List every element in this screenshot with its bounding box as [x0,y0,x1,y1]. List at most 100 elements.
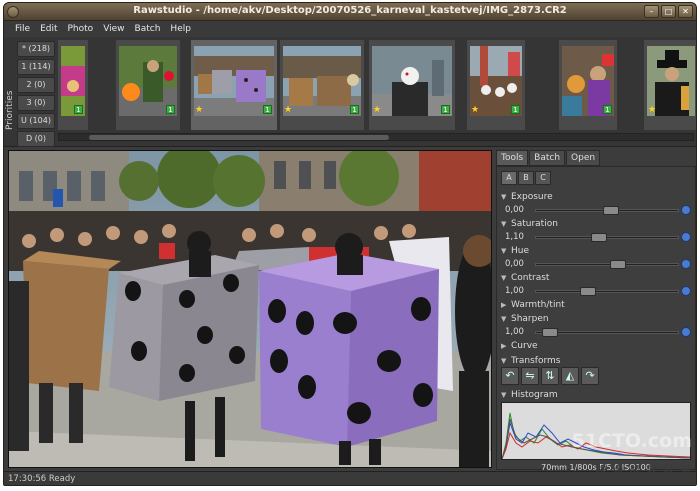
priority-badge: 1 [603,105,612,114]
rawstudio-window: Rawstudio - /home/akv/Desktop/20070526_k… [3,2,697,486]
priority-2[interactable]: 2 (0) [17,77,55,93]
flip-horizontal-icon[interactable]: ⇋ [521,367,539,385]
hue-label: Hue [511,246,530,256]
warmth-tint-expander[interactable]: ▶ Warmth/tint [501,299,691,311]
menu-view[interactable]: View [98,21,129,37]
contrast-expander[interactable]: ▼ Contrast [501,272,691,284]
saturation-value: 1,10 [505,232,524,242]
thumbnail-scrollbar[interactable] [58,133,694,141]
slider-track[interactable] [535,328,679,337]
reset-icon[interactable] [681,232,691,242]
scrollbar-thumb[interactable] [89,135,389,140]
rotate-right-icon[interactable]: ↷ [581,367,599,385]
reset-icon[interactable] [681,259,691,269]
reset-icon[interactable] [681,286,691,296]
star-icon: ★ [648,105,657,115]
star-icon: ★ [373,105,382,115]
thumbnail[interactable]: 1 [559,40,617,130]
priority-badge: 1 [441,105,450,114]
priority-unprioritized[interactable]: U (104) [17,113,55,129]
window-menu-icon[interactable] [7,6,19,18]
slider-track[interactable] [535,287,679,296]
transforms-label: Transforms [511,356,561,366]
expander-down-icon: ▼ [501,274,507,282]
expander-down-icon: ▼ [501,247,507,255]
priority-badge: 1 [74,105,83,114]
reset-icon[interactable] [681,205,691,215]
priority-badge: 1 [166,105,175,114]
snapshot-c-button[interactable]: C [535,171,551,185]
sharpen-slider[interactable]: 1,00 [501,326,691,338]
exposure-expander[interactable]: ▼ Exposure [501,191,691,203]
saturation-slider[interactable]: 1,10 [501,231,691,243]
priority-3[interactable]: 3 (0) [17,95,55,111]
slider-track[interactable] [535,260,679,269]
curve-expander[interactable]: ▶ Curve [501,340,691,352]
window-controls: – □ ✕ [644,5,693,18]
contrast-label: Contrast [511,273,550,283]
sharpen-value: 1,00 [505,327,524,337]
priority-1[interactable]: 1 (114) [17,59,55,75]
star-icon: ★ [471,105,480,115]
tab-open[interactable]: Open [566,150,601,166]
minimize-button[interactable]: – [644,5,659,18]
thumbnail-image [372,46,452,116]
sharpen-label: Sharpen [511,314,549,324]
menu-help[interactable]: Help [165,21,196,37]
thumbnail[interactable]: ★ 1 [369,40,455,130]
thumbnail[interactable]: 1 [116,40,180,130]
star-icon: ★ [195,105,204,115]
slider-knob[interactable] [591,233,607,242]
slider-knob[interactable] [542,328,558,337]
priority-badge: 1 [350,105,359,114]
priority-all[interactable]: * (218) [17,41,55,57]
thumbnail-strip: Priorities * (218) 1 (114) 2 (0) 3 (0) U… [4,37,696,147]
slider-track[interactable] [535,233,679,242]
hue-slider[interactable]: 0,00 [501,258,691,270]
expander-down-icon: ▼ [501,193,507,201]
saturation-expander[interactable]: ▼ Saturation [501,218,691,230]
menu-bar: File Edit Photo View Batch Help [4,21,696,37]
mirror-icon[interactable]: ◭ [561,367,579,385]
histogram-expander[interactable]: ▼ Histogram [501,389,691,401]
thumbnail[interactable]: ★ 1 [280,40,364,130]
close-button[interactable]: ✕ [678,5,693,18]
histogram-label: Histogram [511,390,558,400]
tab-tools[interactable]: Tools [496,150,529,166]
thumbnail[interactable]: 1 [58,40,88,130]
panel-tabs: Tools Batch Open [496,150,601,166]
star-icon: ★ [284,105,293,115]
exposure-slider[interactable]: 0,00 [501,204,691,216]
rotate-left-icon[interactable]: ↶ [501,367,519,385]
tool-panel: Tools Batch Open A B C ▼ Exposure 0,00 ▼ S… [494,150,696,472]
priority-deleted[interactable]: D (0) [17,131,55,147]
photo-preview[interactable] [8,150,492,468]
thumbnail[interactable]: ★ [644,40,696,130]
priority-badge: 1 [263,105,272,114]
snapshot-a-button[interactable]: A [501,171,517,185]
contrast-value: 1,00 [505,286,524,296]
slider-knob[interactable] [603,206,619,215]
menu-batch[interactable]: Batch [130,21,166,37]
reset-icon[interactable] [681,327,691,337]
thumbnail[interactable]: ★ 1 [467,40,525,130]
slider-knob[interactable] [610,260,626,269]
sharpen-expander[interactable]: ▼ Sharpen [501,313,691,325]
slider-track[interactable] [535,206,679,215]
snapshot-b-button[interactable]: B [518,171,534,185]
title-bar: Rawstudio - /home/akv/Desktop/20070526_k… [4,3,696,21]
contrast-slider[interactable]: 1,00 [501,285,691,297]
maximize-button[interactable]: □ [661,5,676,18]
menu-file[interactable]: File [10,21,35,37]
flip-vertical-icon[interactable]: ⇅ [541,367,559,385]
thumbnail-selected[interactable]: ★ 1 [191,40,277,130]
menu-edit[interactable]: Edit [35,21,62,37]
histogram-graph [501,402,691,460]
menu-photo[interactable]: Photo [63,21,99,37]
expander-right-icon: ▶ [501,342,507,350]
transforms-expander[interactable]: ▼ Transforms [501,355,691,367]
hue-expander[interactable]: ▼ Hue [501,245,691,257]
tab-batch[interactable]: Batch [529,150,566,166]
slider-knob[interactable] [580,287,596,296]
thumbnail-image [194,46,274,116]
